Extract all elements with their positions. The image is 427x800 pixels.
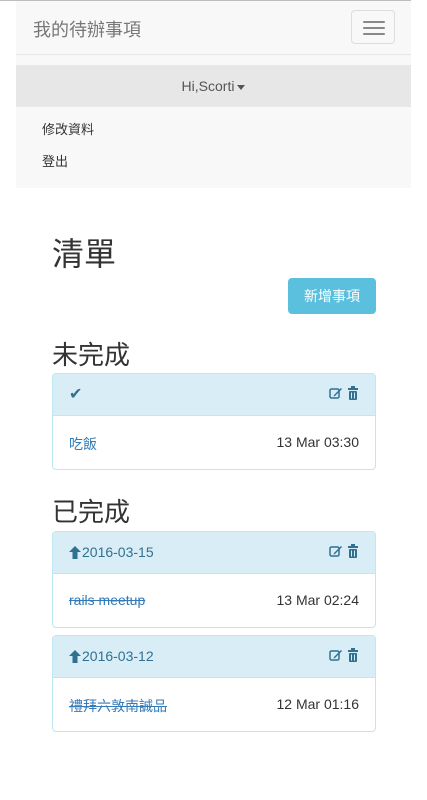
new-item-button[interactable]: 新增事項 [288, 278, 376, 314]
todo-item-time: 12 Mar 01:16 [276, 696, 360, 712]
panel-body: rails meetup 13 Mar 02:24 [53, 574, 375, 627]
panel-body: 禮拜六敦南誠品 12 Mar 01:16 [53, 678, 375, 731]
navbar-brand[interactable]: 我的待辦事項 [33, 16, 141, 42]
edit-icon[interactable] [329, 544, 343, 558]
trash-icon[interactable] [347, 544, 359, 558]
panel-date: 2016-03-12 [69, 648, 154, 664]
panel-heading: 2016-03-15 [53, 532, 375, 574]
todo-item-link[interactable]: 吃飯 [69, 434, 97, 454]
menu-item-logout[interactable]: 登出 [42, 151, 68, 170]
hamburger-bar [363, 21, 385, 23]
panel-actions [329, 648, 359, 662]
done-panel: 2016-03-15 rails meetup 13 Mar 02:24 [52, 531, 376, 628]
todo-item-link[interactable]: rails meetup [69, 592, 145, 608]
panel-heading: 2016-03-12 [53, 636, 375, 678]
completed-date: 2016-03-12 [82, 648, 154, 664]
completed-date: 2016-03-15 [82, 544, 154, 560]
navbar: 我的待辦事項 Hi,Scorti 修改資料 登出 [16, 1, 411, 188]
user-greeting: Hi,Scorti [181, 78, 235, 94]
checkmark-icon[interactable]: ✔ [69, 384, 82, 404]
done-panel: 2016-03-12 禮拜六敦南誠品 12 Mar 01:16 [52, 635, 376, 732]
edit-icon[interactable] [329, 648, 343, 662]
hamburger-bar [363, 33, 385, 35]
menu-item-edit-profile[interactable]: 修改資料 [42, 119, 94, 138]
navbar-header: 我的待辦事項 [16, 1, 411, 55]
caret-down-icon [237, 84, 246, 90]
trash-icon[interactable] [347, 386, 359, 400]
todo-item-link[interactable]: 禮拜六敦南誠品 [69, 696, 167, 716]
todo-panel: ✔ 吃飯 13 Mar 03:30 [52, 373, 376, 470]
arrow-up-icon[interactable] [69, 545, 81, 559]
todo-item-time: 13 Mar 03:30 [276, 434, 360, 450]
page-title: 清單 [52, 236, 117, 272]
incomplete-heading: 未完成 [52, 340, 131, 370]
complete-heading: 已完成 [52, 497, 131, 527]
user-dropdown-toggle[interactable]: Hi,Scorti [16, 65, 411, 107]
panel-body: 吃飯 13 Mar 03:30 [53, 416, 375, 469]
edit-icon[interactable] [329, 386, 343, 400]
hamburger-bar [363, 27, 385, 29]
hamburger-menu-button[interactable] [351, 10, 395, 44]
todo-item-time: 13 Mar 02:24 [276, 592, 360, 608]
panel-date: 2016-03-15 [69, 544, 154, 560]
panel-heading: ✔ [53, 374, 375, 416]
panel-actions [329, 544, 359, 558]
panel-actions [329, 386, 359, 400]
arrow-up-icon[interactable] [69, 649, 81, 663]
trash-icon[interactable] [347, 648, 359, 662]
